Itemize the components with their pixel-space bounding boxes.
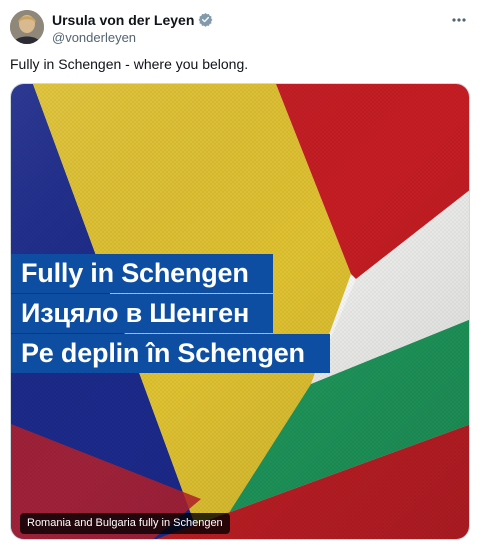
author-block: Ursula von der Leyen @vonderleyen <box>52 11 213 45</box>
author-handle[interactable]: @vonderleyen <box>52 30 213 45</box>
verified-badge-icon <box>198 12 213 27</box>
tweet-text: Fully in Schengen - where you belong. <box>10 56 249 72</box>
tweet-header: Ursula von der Leyen @vonderleyen <box>10 10 473 46</box>
tweet-media-image[interactable]: Fully in Schengen Изцяло в Шенген Pe dep… <box>10 83 470 540</box>
headline-line-bulgarian: Изцяло в Шенген <box>21 298 250 328</box>
tweet-card: Ursula von der Leyen @vonderleyen Fully … <box>0 0 483 550</box>
author-name[interactable]: Ursula von der Leyen <box>52 12 194 28</box>
headline-line-romanian: Pe deplin în Schengen <box>21 338 305 368</box>
more-options-icon[interactable] <box>449 12 469 28</box>
headline-banner-romanian: Pe deplin în Schengen <box>11 334 330 373</box>
headline-banner-english: Fully in Schengen <box>11 254 273 293</box>
avatar[interactable] <box>10 10 44 44</box>
media-caption: Romania and Bulgaria fully in Schengen <box>20 513 230 534</box>
headline-banner-bulgarian: Изцяло в Шенген <box>11 294 273 333</box>
headline-line-english: Fully in Schengen <box>21 258 249 288</box>
